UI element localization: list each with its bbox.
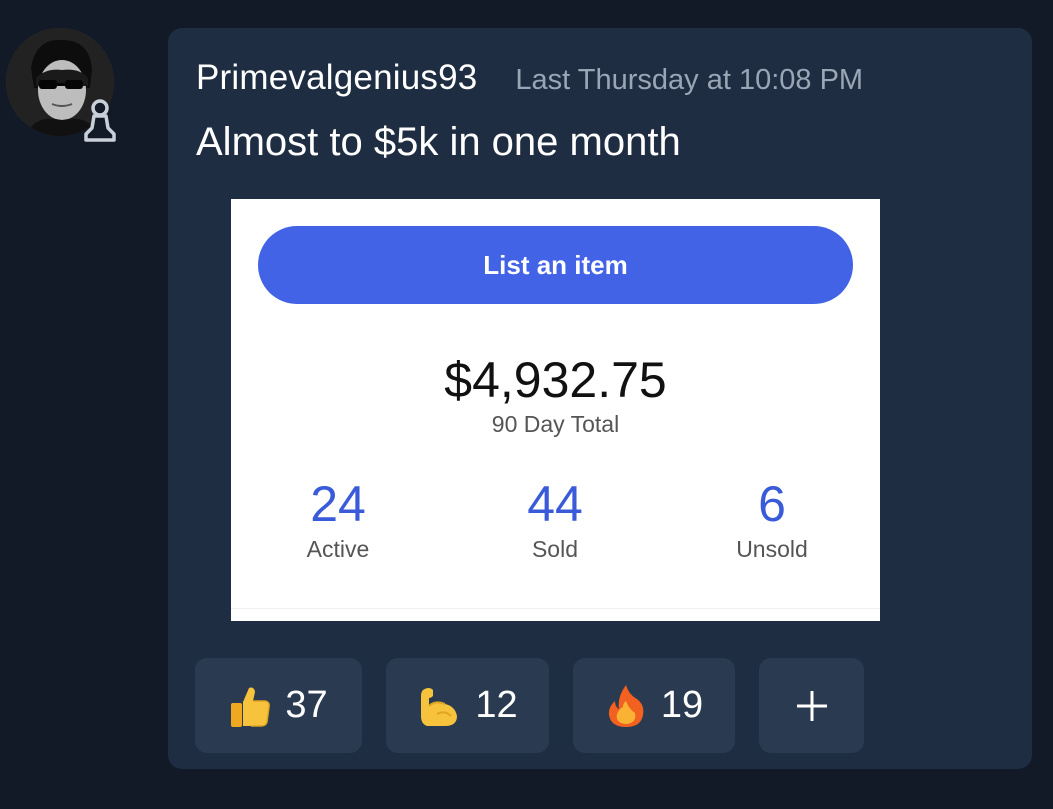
flexed-biceps-icon <box>421 687 458 726</box>
list-item-button: List an item <box>258 226 853 304</box>
author-avatar-container[interactable] <box>6 28 116 142</box>
reaction-count: 12 <box>475 684 518 726</box>
stat-value: 44 <box>527 476 583 532</box>
message-text: Almost to $5k in one month <box>196 120 681 164</box>
reaction-flexed-biceps[interactable]: 12 <box>386 658 549 753</box>
stat-active: 24 Active <box>248 474 428 563</box>
stat-label: Active <box>306 536 370 562</box>
stat-sold: 44 Sold <box>465 474 645 563</box>
total-label: 90 Day Total <box>491 411 620 437</box>
author-name[interactable]: Primevalgenius93 <box>196 58 477 98</box>
add-reaction-button[interactable] <box>759 658 864 753</box>
message-card: Primevalgenius93 Last Thursday at 10:08 … <box>168 28 1032 769</box>
thumbs-up-icon <box>231 687 271 727</box>
reaction-count: 37 <box>285 684 328 726</box>
reaction-count: 19 <box>660 684 704 726</box>
stat-label: Unsold <box>736 536 808 562</box>
stat-value: 6 <box>758 476 786 532</box>
divider <box>231 608 880 609</box>
fire-icon <box>608 684 644 727</box>
plus-icon <box>796 690 827 721</box>
reaction-fire[interactable]: 19 <box>573 658 735 753</box>
reaction-thumbs-up[interactable]: 37 <box>195 658 362 753</box>
stat-unsold: 6 Unsold <box>682 474 862 563</box>
total-amount: $4,932.75 <box>444 352 667 408</box>
pawn-icon <box>84 99 116 142</box>
stat-label: Sold <box>531 536 579 562</box>
message-timestamp[interactable]: Last Thursday at 10:08 PM <box>515 64 863 97</box>
stat-value: 24 <box>310 476 366 532</box>
message-header: Primevalgenius93 Last Thursday at 10:08 … <box>196 58 863 98</box>
attachment-image[interactable]: List an item $4,932.75 90 Day Total 24 A… <box>231 199 880 621</box>
